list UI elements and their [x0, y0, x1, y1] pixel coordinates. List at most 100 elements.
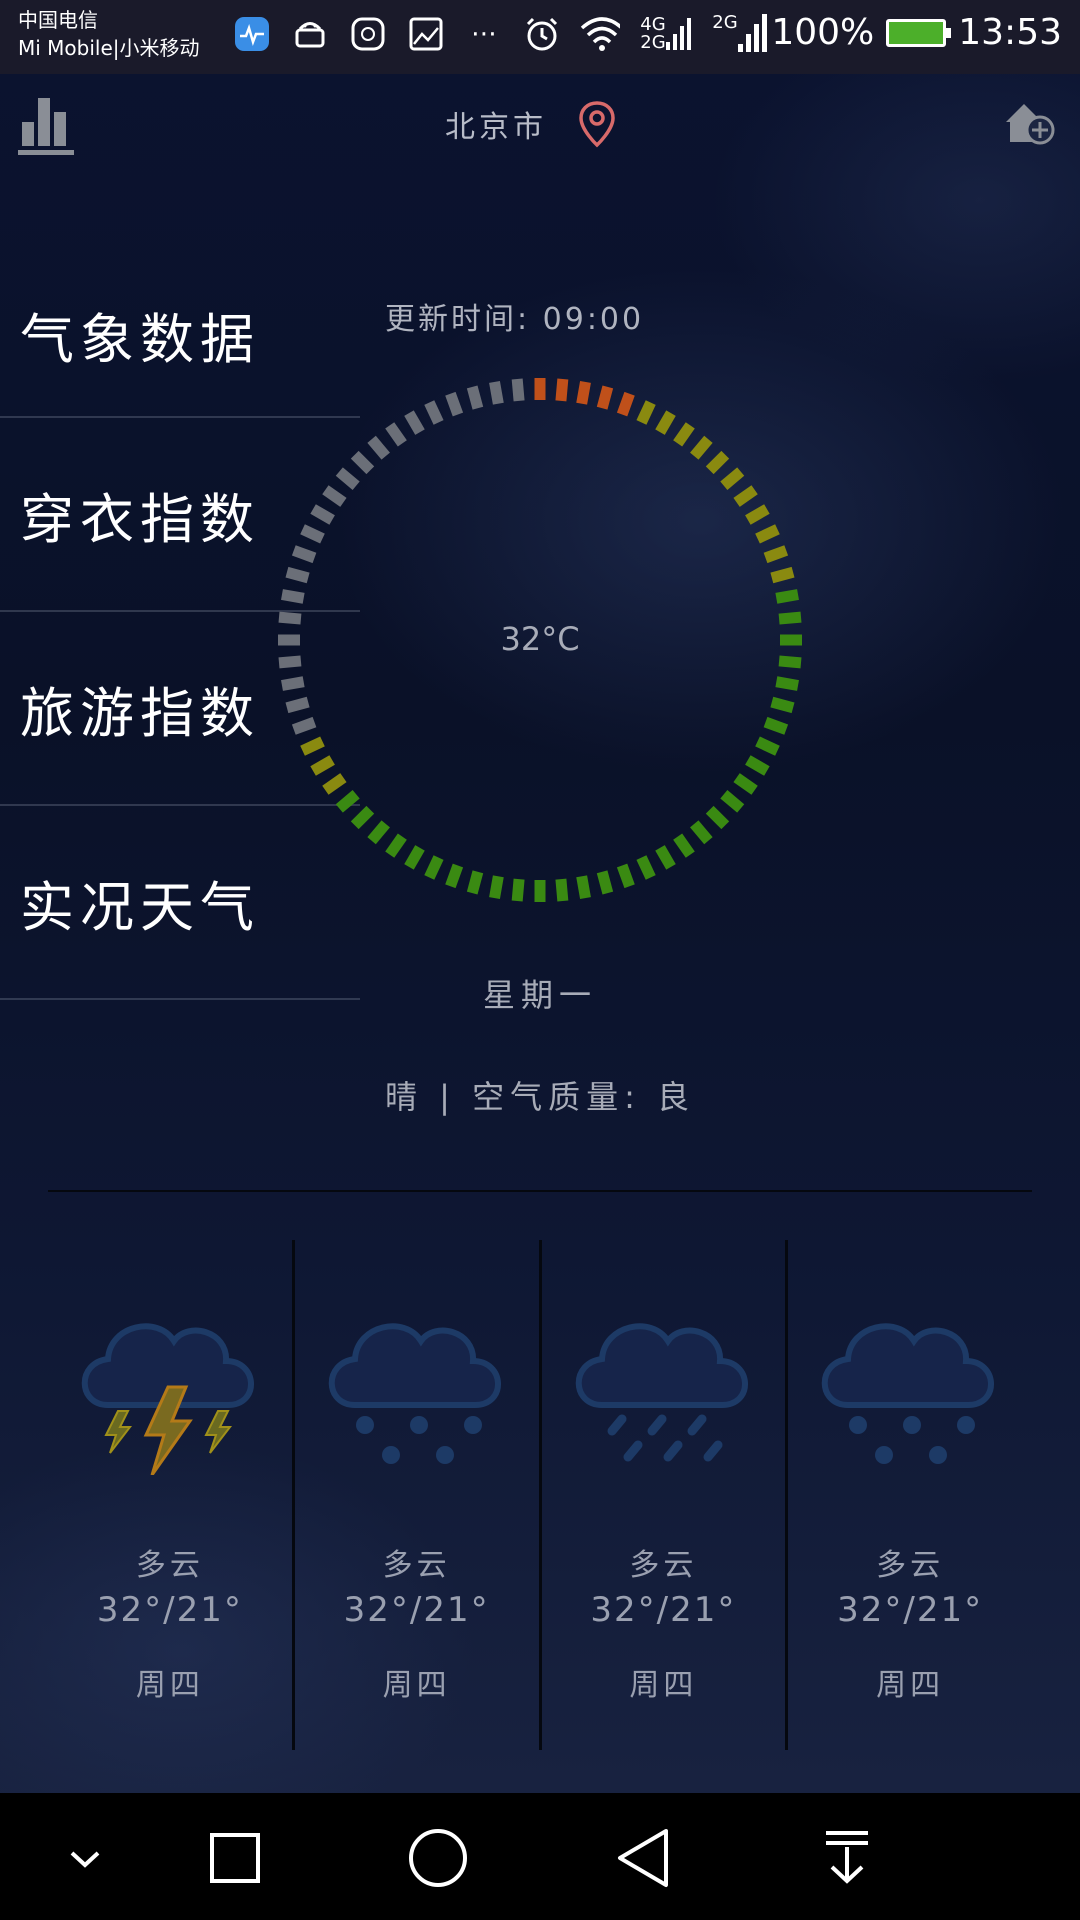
android-icon — [290, 14, 330, 54]
battery-percent: 100% — [771, 12, 875, 53]
dial-segment — [466, 870, 484, 895]
forecast-day[interactable]: 多云 32°/21° 周四 — [788, 1240, 1032, 1750]
chart-icon[interactable] — [18, 92, 74, 158]
alarm-icon — [522, 14, 562, 54]
dial-segment — [770, 696, 795, 714]
menu-item-label: 气象数据 — [20, 308, 260, 371]
forecast-temp: 32°/21° — [343, 1590, 490, 1630]
section-divider — [48, 1190, 1032, 1192]
forecast-weekday: 周四 — [629, 1668, 698, 1703]
carrier-info: 中国电信 Mi Mobile|小米移动 — [18, 6, 200, 62]
dial-segment — [300, 524, 325, 544]
dial-segment — [445, 863, 464, 889]
dial-segment — [291, 545, 317, 564]
dial-segment — [404, 410, 425, 435]
dial-segment — [424, 400, 444, 425]
dial-segment — [636, 400, 656, 425]
dial-segment — [596, 385, 614, 410]
dial-segment — [322, 773, 347, 795]
location-pin-icon — [579, 101, 615, 148]
dial-segment — [511, 878, 525, 902]
dial-segment — [555, 878, 569, 902]
dial-segment — [350, 450, 375, 475]
dial-segment — [655, 410, 676, 435]
dial-segment — [745, 755, 770, 776]
dial-segment — [489, 875, 504, 899]
dial-segment — [705, 450, 730, 475]
add-city-icon[interactable] — [1002, 98, 1056, 148]
dial-segment — [281, 589, 305, 604]
forecast-weekday: 周四 — [135, 1668, 204, 1703]
home-icon[interactable] — [403, 1823, 473, 1893]
carrier-line1: 中国电信 — [18, 8, 98, 32]
recent-apps-icon[interactable] — [200, 1823, 270, 1893]
forecast-row: 多云 32°/21° 周四 多云 32°/21° 周四 多云 32°/21° 周… — [48, 1240, 1032, 1750]
thunderstorm-icon — [81, 1323, 254, 1475]
menu-item-label: 穿衣指数 — [20, 487, 260, 551]
forecast-day[interactable]: 多云 32°/21° 周四 — [48, 1240, 295, 1750]
forecast-day[interactable]: 多云 32°/21° 周四 — [542, 1240, 789, 1750]
dial-segment — [278, 611, 302, 625]
snow-icon — [822, 1323, 995, 1464]
dial-segment — [285, 566, 310, 584]
forecast-day[interactable]: 多云 32°/21° 周四 — [295, 1240, 542, 1750]
dial-segment — [555, 378, 569, 402]
city-name: 北京市 — [445, 110, 547, 145]
clock: 13:53 — [958, 12, 1062, 53]
notification-pulldown-icon[interactable] — [812, 1823, 882, 1893]
snow-icon — [328, 1323, 501, 1464]
dial-segment — [291, 716, 317, 735]
status-right: 100% 13:53 — [771, 12, 1062, 53]
menu-item-label: 旅游指数 — [20, 681, 260, 745]
menu-item-label: 实况天气 — [20, 875, 260, 939]
carrier-line2: Mi Mobile|小米移动 — [18, 36, 200, 60]
dial-segment — [445, 391, 464, 417]
dial-segment — [367, 820, 390, 845]
signal-icon: 4G 2G — [638, 14, 694, 54]
network-type-2g: 2G — [640, 32, 666, 53]
dial-segment — [466, 385, 484, 410]
rain-icon — [575, 1323, 748, 1462]
current-weekday: 星期一 — [482, 976, 597, 1014]
dial-segment — [285, 696, 310, 714]
dial-segment — [673, 833, 695, 858]
dial-segment — [350, 805, 375, 830]
chevron-down-icon[interactable] — [50, 1823, 120, 1893]
current-temperature: 32°C — [500, 620, 580, 658]
dial-segment — [755, 524, 780, 544]
forecast-condition: 多云 — [876, 1548, 945, 1583]
dial-segment — [616, 391, 635, 417]
update-time: 更新时间: 09:00 — [385, 302, 645, 337]
huawei-icon — [348, 14, 388, 54]
weather-app: 中国电信 Mi Mobile|小米移动 ⋯ 4G 2G 2G 100% 13:5… — [0, 0, 1080, 1793]
dial-segment — [770, 566, 795, 584]
status-bar: 中国电信 Mi Mobile|小米移动 ⋯ 4G 2G 2G 100% 13:5… — [0, 0, 1080, 74]
dial-segment — [655, 845, 676, 870]
dial-segment — [705, 805, 730, 830]
signal-icon-2: 2G — [712, 14, 768, 54]
dial-segment — [511, 378, 525, 402]
dial-segment — [733, 485, 758, 507]
dial-segment — [690, 820, 713, 845]
dial-segment — [775, 589, 799, 604]
dial-segment — [763, 716, 789, 735]
dial-segment — [385, 833, 407, 858]
forecast-weekday: 周四 — [876, 1668, 945, 1703]
navigation-bar — [0, 1793, 1080, 1920]
dial-segment — [322, 485, 347, 507]
dial-segment — [335, 790, 360, 813]
dial-segment — [636, 855, 656, 880]
dial-segment — [489, 381, 504, 405]
dial-segment — [385, 422, 407, 447]
network-type-2g-second: 2G — [712, 12, 738, 33]
forecast-temp: 32°/21° — [590, 1590, 737, 1630]
dial-segment — [404, 845, 425, 870]
back-icon[interactable] — [608, 1823, 678, 1893]
dial-segment — [775, 676, 799, 691]
dial-segment — [424, 855, 444, 880]
location-header[interactable]: 北京市 — [445, 100, 617, 148]
forecast-condition: 多云 — [382, 1548, 451, 1583]
dial-segment — [745, 504, 770, 525]
dial-segment — [673, 422, 695, 447]
wifi-icon — [580, 14, 620, 54]
